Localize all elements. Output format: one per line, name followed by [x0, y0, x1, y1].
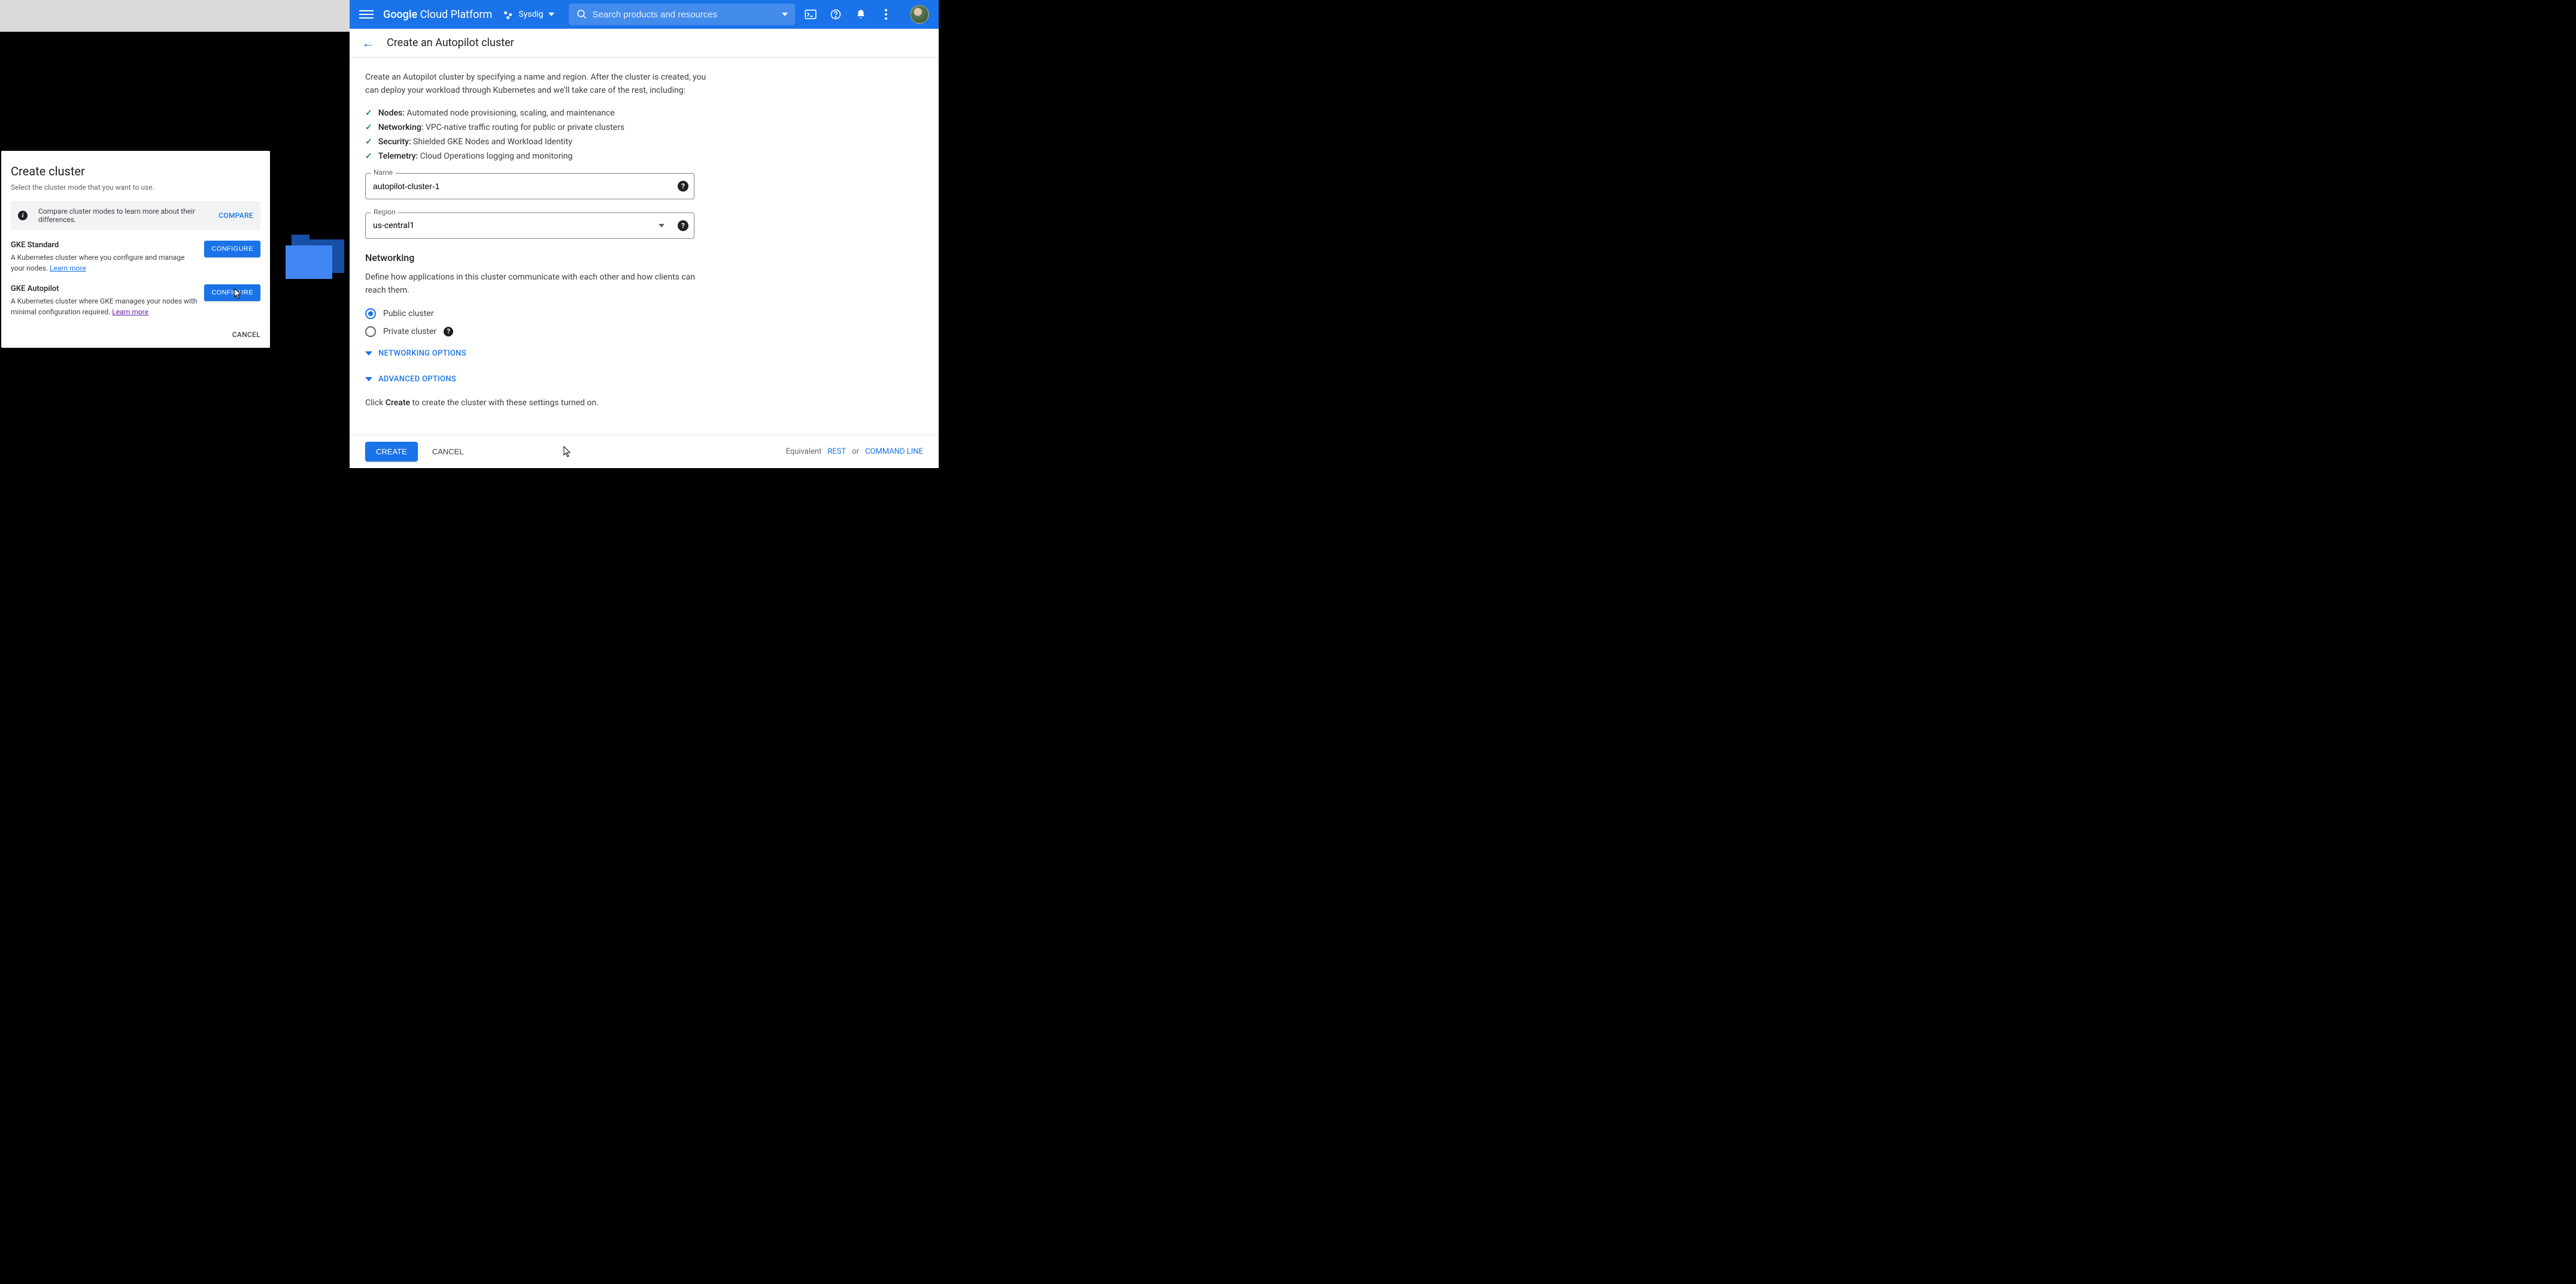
bottombar: CREATE CANCEL Equivalent REST or COMMAND…: [350, 435, 939, 468]
compare-link[interactable]: COMPARE: [219, 211, 253, 220]
private-cluster-option[interactable]: Private cluster ?: [365, 326, 923, 337]
private-help-icon[interactable]: ?: [444, 327, 453, 336]
dialog-cancel-button[interactable]: CANCEL: [232, 330, 260, 339]
name-help-icon[interactable]: ?: [678, 181, 688, 192]
mode-standard-row: GKE Standard A Kubernetes cluster where …: [11, 241, 260, 274]
content-area: Create an Autopilot cluster by specifyin…: [350, 57, 939, 435]
name-input[interactable]: [373, 181, 670, 191]
folder-illustration: [286, 233, 345, 287]
check-icon: ✓: [365, 137, 372, 147]
autopilot-desc: A Kubernetes cluster where GKE manages y…: [11, 296, 197, 317]
standard-desc: A Kubernetes cluster where you configure…: [11, 252, 197, 274]
mode-autopilot-row: GKE Autopilot A Kubernetes cluster where…: [11, 284, 260, 317]
dialog-title: Create cluster: [11, 164, 260, 178]
footnote: Click Create to create the cluster with …: [365, 398, 923, 408]
rest-link[interactable]: REST: [827, 447, 846, 456]
networking-desc: Define how applications in this cluster …: [365, 271, 700, 298]
left-region: Create cluster Select the cluster mode t…: [0, 0, 350, 468]
more-icon[interactable]: [880, 8, 892, 20]
configure-standard-button[interactable]: CONFIGURE: [204, 241, 260, 257]
create-button[interactable]: CREATE: [365, 442, 418, 462]
standard-learn-more-link[interactable]: Learn more: [50, 264, 86, 272]
radio-label: Private cluster: [383, 327, 436, 336]
help-icon[interactable]: [830, 8, 842, 20]
compare-message: Compare cluster modes to learn more abou…: [38, 207, 219, 224]
subheader: ← Create an Autopilot cluster: [350, 29, 939, 57]
check-icon: ✓: [365, 108, 372, 118]
page-title: Create an Autopilot cluster: [387, 37, 514, 49]
chevron-down-icon: [548, 13, 554, 16]
cloud-shell-icon[interactable]: [805, 8, 817, 20]
project-picker[interactable]: Sysdig: [504, 10, 554, 19]
equivalent-links: Equivalent REST or COMMAND LINE: [786, 447, 923, 456]
topbar-actions: [805, 5, 929, 24]
configure-autopilot-button[interactable]: CONFIGURE: [204, 284, 260, 301]
radio-label: Public cluster: [383, 309, 433, 318]
back-arrow-icon[interactable]: ←: [362, 35, 375, 51]
networking-options-expander[interactable]: NETWORKING OPTIONS: [365, 349, 923, 358]
chevron-down-icon: [365, 351, 372, 356]
intro-text: Create an Autopilot cluster by specifyin…: [365, 71, 712, 98]
gcp-panel: Google Cloud Platform Sysdig: [350, 0, 939, 468]
gray-band: [0, 0, 350, 32]
autopilot-learn-more-link[interactable]: Learn more: [112, 308, 148, 316]
radio-icon[interactable]: [365, 326, 376, 337]
notifications-icon[interactable]: [855, 8, 867, 20]
chevron-down-icon: [365, 377, 372, 381]
autopilot-title: GKE Autopilot: [11, 284, 197, 293]
check-icon: ✓: [365, 151, 372, 161]
command-line-link[interactable]: COMMAND LINE: [865, 447, 923, 456]
region-field: Region us-central1 ?: [365, 213, 694, 239]
check-icon: ✓: [365, 123, 372, 132]
standard-title: GKE Standard: [11, 241, 197, 250]
region-label: Region: [371, 208, 398, 216]
name-field: Name ?: [365, 173, 694, 199]
feature-item: ✓Telemetry: Cloud Operations logging and…: [365, 151, 923, 161]
project-icon: [504, 10, 514, 19]
topbar: Google Cloud Platform Sysdig: [350, 0, 939, 29]
cursor-icon: [560, 446, 572, 462]
region-help-icon[interactable]: ?: [678, 220, 688, 231]
project-name: Sysdig: [518, 10, 543, 19]
feature-item: ✓Networking: VPC-native traffic routing …: [365, 123, 923, 132]
menu-icon[interactable]: [359, 7, 374, 22]
info-icon: i: [18, 211, 28, 220]
search-input[interactable]: [593, 10, 782, 20]
avatar[interactable]: [910, 5, 929, 24]
name-label: Name: [371, 168, 395, 177]
region-select[interactable]: us-central1: [365, 213, 694, 239]
brand-logo[interactable]: Google Cloud Platform: [383, 8, 492, 21]
create-cluster-dialog: Create cluster Select the cluster mode t…: [1, 151, 270, 348]
radio-icon[interactable]: [365, 308, 376, 319]
compare-bar: i Compare cluster modes to learn more ab…: [11, 201, 260, 230]
features-list: ✓Nodes: Automated node provisioning, sca…: [365, 108, 923, 161]
search-dropdown-icon[interactable]: [782, 13, 788, 16]
public-cluster-option[interactable]: Public cluster: [365, 308, 923, 319]
advanced-options-expander[interactable]: ADVANCED OPTIONS: [365, 375, 923, 384]
feature-item: ✓Security: Shielded GKE Nodes and Worklo…: [365, 137, 923, 147]
search-icon: [576, 8, 588, 20]
cancel-button[interactable]: CANCEL: [432, 447, 464, 456]
feature-item: ✓Nodes: Automated node provisioning, sca…: [365, 108, 923, 118]
dialog-subtitle: Select the cluster mode that you want to…: [11, 183, 260, 192]
networking-heading: Networking: [365, 252, 923, 263]
dropdown-icon: [659, 224, 665, 227]
search-box[interactable]: [569, 4, 795, 25]
